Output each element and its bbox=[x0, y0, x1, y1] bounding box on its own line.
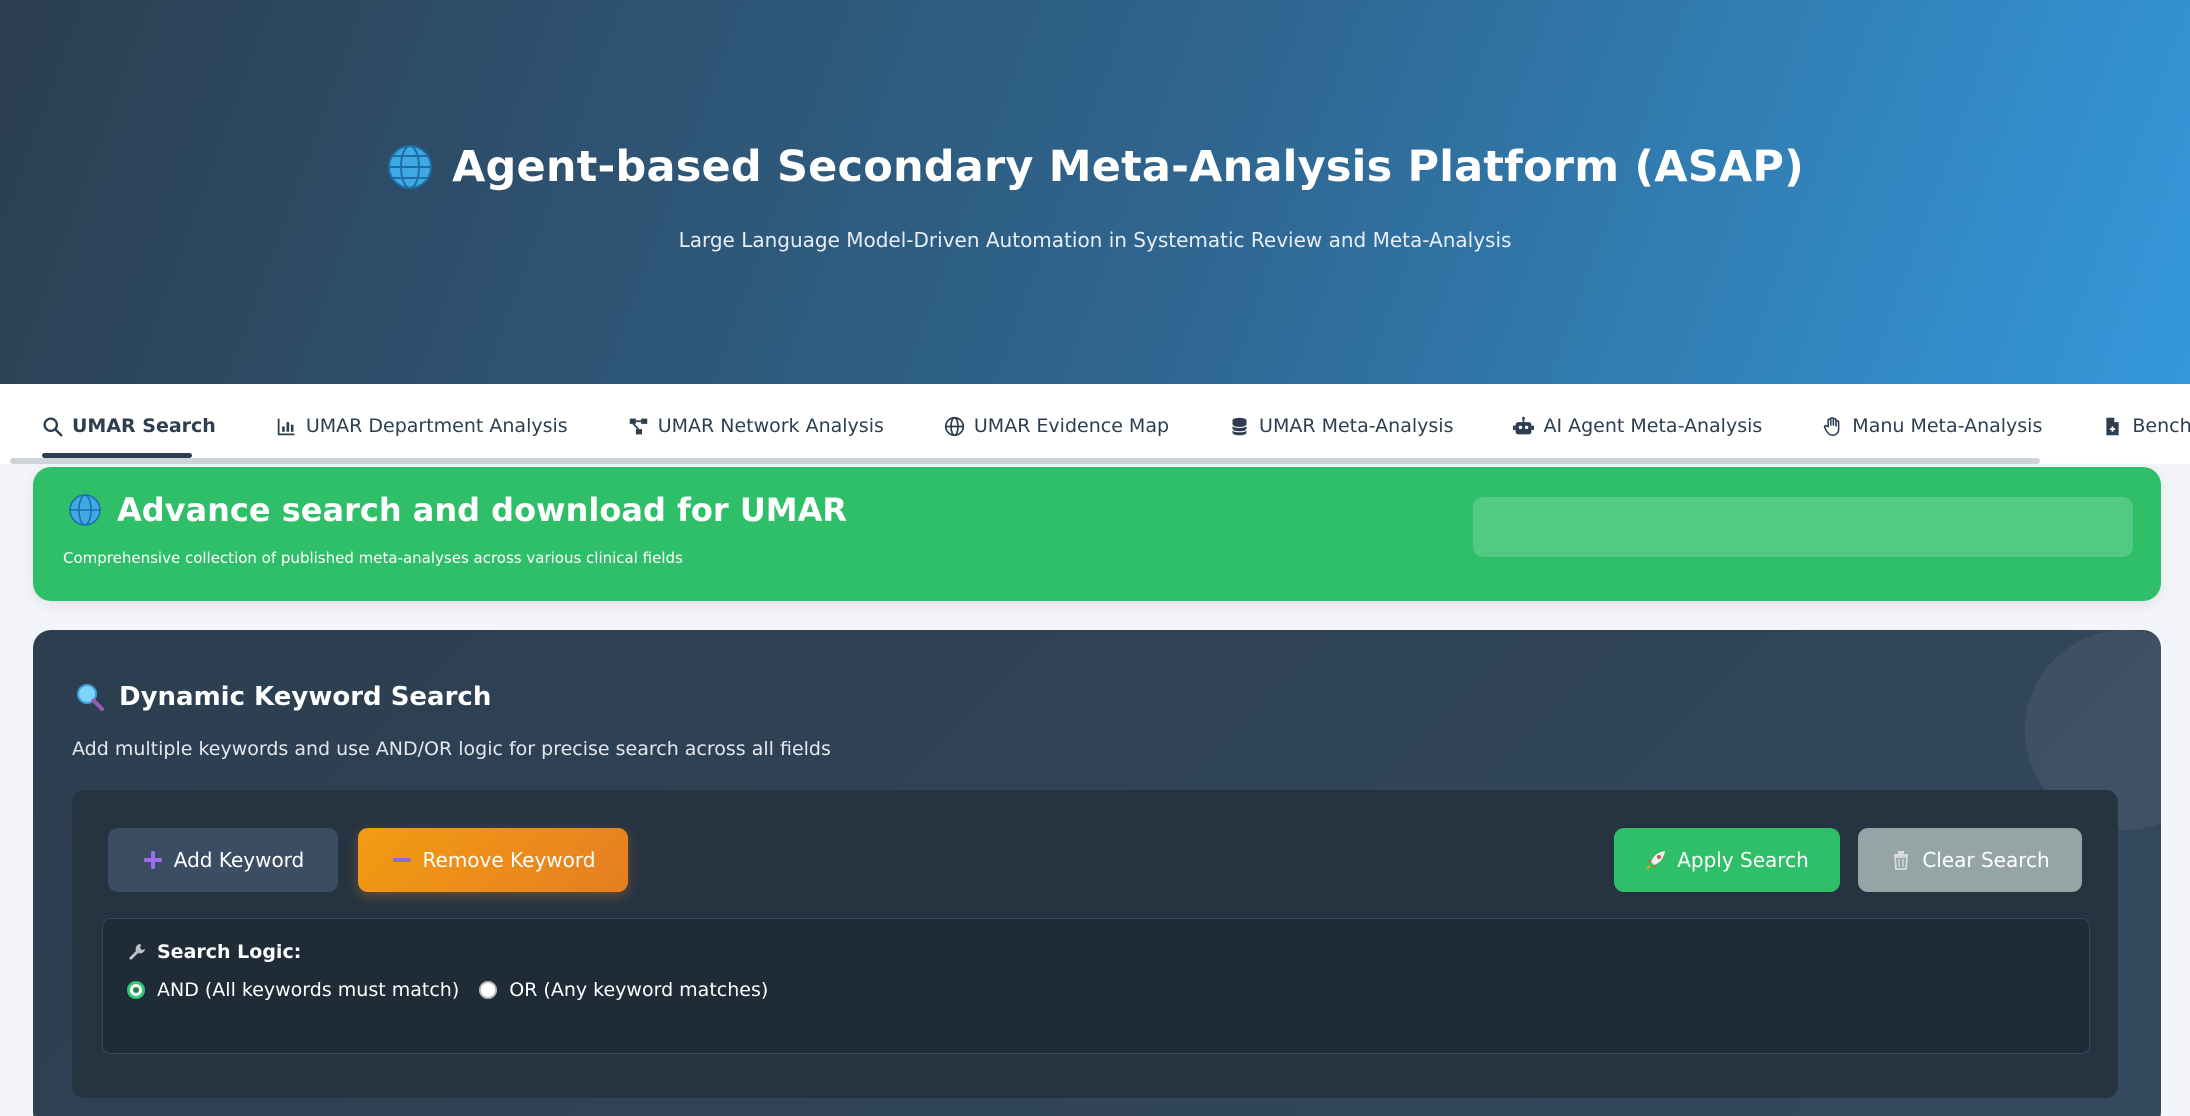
clear-search-label: Clear Search bbox=[1922, 848, 2050, 872]
tab-umar-department-analysis[interactable]: UMAR Department Analysis bbox=[276, 406, 628, 446]
wrench-icon bbox=[129, 944, 145, 960]
umar-banner: Advance search and download for UMAR Com… bbox=[33, 467, 2161, 601]
tab-benchmark[interactable]: Benchmark bbox=[2102, 406, 2190, 446]
or-radio-label: OR (Any keyword matches) bbox=[509, 979, 769, 1001]
tab-ai-agent-meta-analysis[interactable]: AI Agent Meta-Analysis bbox=[1513, 406, 1822, 446]
trash-icon bbox=[1894, 851, 1909, 870]
file-icon bbox=[2106, 417, 2119, 435]
or-radio-dot[interactable] bbox=[479, 981, 498, 999]
clear-search-button[interactable]: Clear Search bbox=[1858, 828, 2082, 892]
keyword-controls: Add Keyword Remove Keyword Apply Search … bbox=[72, 790, 2118, 1098]
logic-radio-group: AND (All keywords must match) OR (Any ke… bbox=[127, 979, 768, 1001]
page-subtitle: Large Language Model-Driven Automation i… bbox=[678, 228, 1512, 252]
tab-label: UMAR Meta-Analysis bbox=[1259, 415, 1454, 437]
tab-label: AI Agent Meta-Analysis bbox=[1543, 415, 1763, 437]
tab-scrollbar[interactable] bbox=[10, 458, 2040, 464]
search-icon bbox=[43, 416, 63, 436]
search-logic-label: Search Logic: bbox=[127, 941, 301, 963]
globe-icon bbox=[388, 145, 433, 189]
plus-icon bbox=[143, 851, 162, 869]
tab-manu-meta-analysis[interactable]: Manu Meta-Analysis bbox=[1822, 406, 2102, 446]
panel-title: Dynamic Keyword Search bbox=[75, 682, 491, 712]
keyword-search-panel: Dynamic Keyword Search Add multiple keyw… bbox=[33, 630, 2161, 1116]
minus-icon bbox=[392, 858, 411, 862]
rocket-icon bbox=[1646, 851, 1666, 870]
and-radio-label: AND (All keywords must match) bbox=[157, 979, 460, 1001]
globe-icon bbox=[944, 416, 965, 436]
robot-icon bbox=[1513, 416, 1535, 434]
tab-label: UMAR Evidence Map bbox=[973, 415, 1170, 437]
magnifier-icon bbox=[77, 684, 104, 711]
tab-label: Benchmark bbox=[2132, 415, 2190, 437]
banner-subtitle: Comprehensive collection of published me… bbox=[63, 549, 683, 567]
network-icon bbox=[629, 418, 647, 434]
globe-icon bbox=[69, 494, 101, 526]
tab-label: UMAR Department Analysis bbox=[305, 415, 568, 437]
tab-label: UMAR Network Analysis bbox=[657, 415, 884, 437]
and-radio[interactable]: AND (All keywords must match) bbox=[127, 979, 459, 1001]
tab-umar-search[interactable]: UMAR Search bbox=[42, 406, 276, 446]
banner-stats-box bbox=[1473, 497, 2133, 557]
tab-umar-evidence-map[interactable]: UMAR Evidence Map bbox=[944, 406, 1229, 446]
or-radio[interactable]: OR (Any keyword matches) bbox=[479, 979, 768, 1001]
add-keyword-label: Add Keyword bbox=[173, 848, 305, 872]
apply-search-label: Apply Search bbox=[1677, 848, 1809, 872]
database-icon bbox=[1232, 417, 1248, 435]
tab-umar-meta-analysis[interactable]: UMAR Meta-Analysis bbox=[1229, 406, 1513, 446]
search-logic-text: Search Logic: bbox=[157, 941, 302, 963]
tab-umar-network-analysis[interactable]: UMAR Network Analysis bbox=[628, 406, 944, 446]
remove-keyword-button[interactable]: Remove Keyword bbox=[358, 828, 628, 892]
and-radio-dot[interactable] bbox=[127, 981, 145, 999]
page-title-text: Agent-based Secondary Meta-Analysis Plat… bbox=[452, 142, 1804, 192]
panel-title-text: Dynamic Keyword Search bbox=[119, 682, 492, 712]
tab-label: UMAR Search bbox=[72, 415, 216, 437]
panel-subtitle: Add multiple keywords and use AND/OR log… bbox=[72, 738, 831, 760]
banner-title: Advance search and download for UMAR bbox=[67, 491, 847, 529]
search-logic-box: Search Logic: AND (All keywords must mat… bbox=[102, 918, 2090, 1054]
bar-chart-icon bbox=[277, 418, 295, 435]
tab-bar: UMAR Search UMAR Department Analysis UMA… bbox=[0, 384, 2190, 464]
tab-label: Manu Meta-Analysis bbox=[1852, 415, 2043, 437]
hand-icon bbox=[1824, 416, 1840, 436]
remove-keyword-label: Remove Keyword bbox=[422, 848, 596, 872]
add-keyword-button[interactable]: Add Keyword bbox=[108, 828, 338, 892]
banner-title-text: Advance search and download for UMAR bbox=[117, 491, 848, 529]
page-title: Agent-based Secondary Meta-Analysis Plat… bbox=[0, 142, 2190, 192]
apply-search-button[interactable]: Apply Search bbox=[1614, 828, 1840, 892]
page-header: Agent-based Secondary Meta-Analysis Plat… bbox=[0, 0, 2190, 384]
